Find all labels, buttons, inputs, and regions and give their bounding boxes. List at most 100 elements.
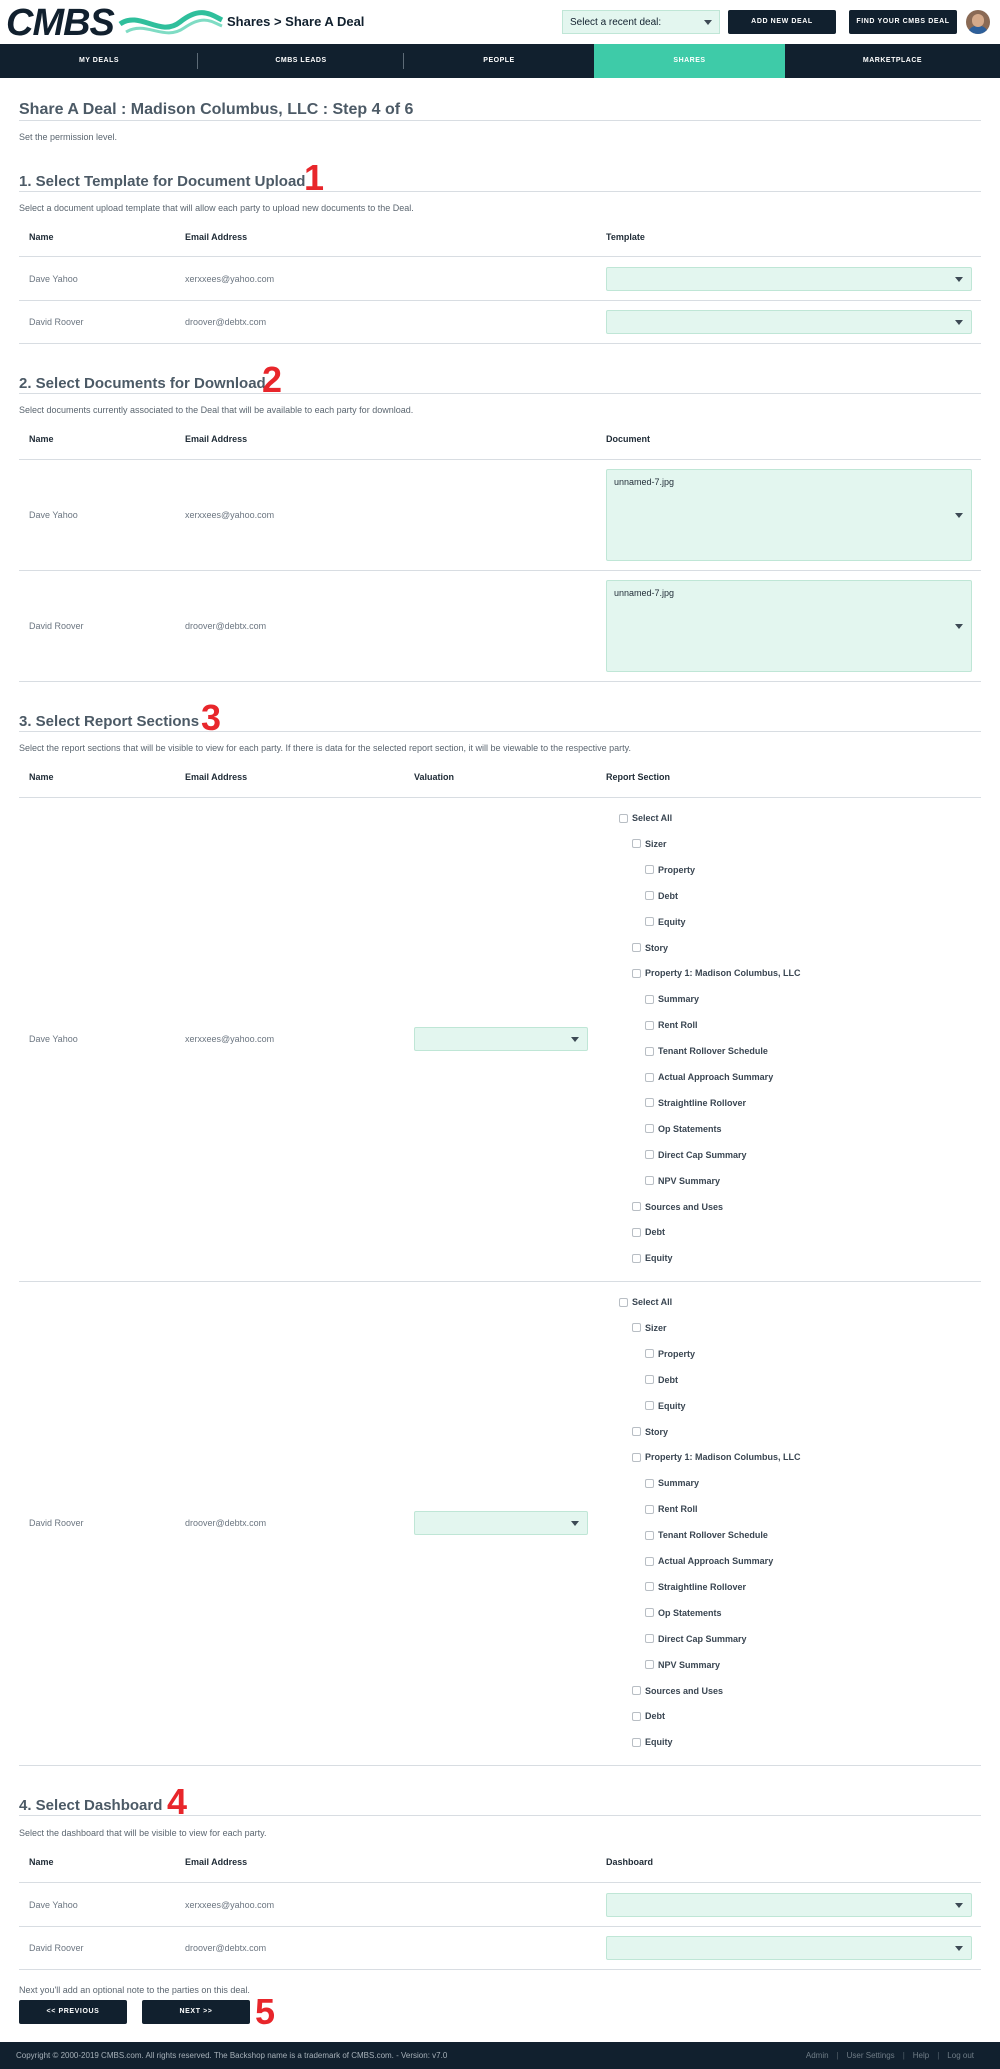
checkbox-icon[interactable] [632,968,641,978]
nav-shares[interactable]: SHARES [594,44,785,78]
checkbox-icon[interactable] [632,1686,641,1695]
top-header: CMBS Shares > Share A Deal Select a rece… [0,0,1000,44]
cmbs-logo[interactable]: CMBS [6,2,224,44]
report-section-option[interactable]: Summary [645,1478,699,1488]
report-section-option[interactable]: Select All [619,1297,672,1307]
dashboard-select[interactable] [606,1893,972,1917]
checkbox-icon[interactable] [632,1323,641,1333]
report-section-option[interactable]: Property 1: Madison Columbus, LLC [632,968,801,978]
valuation-select[interactable] [414,1027,588,1051]
nav-my-deals[interactable]: MY DEALS [0,44,198,78]
add-new-deal-button[interactable]: ADD NEW DEAL [728,10,836,34]
report-section-option[interactable]: Actual Approach Summary [645,1556,773,1566]
checkbox-icon[interactable] [645,1046,654,1056]
checkbox-icon[interactable] [645,994,654,1004]
checkbox-icon[interactable] [632,1202,641,1211]
report-section-option[interactable]: Op Statements [645,1608,722,1618]
checkbox-icon[interactable] [632,1711,641,1721]
report-section-option[interactable]: NPV Summary [645,1176,720,1186]
next-button[interactable]: NEXT >> [142,2000,250,2024]
report-section-option[interactable]: Debt [645,891,678,901]
report-section-option[interactable]: Property 1: Madison Columbus, LLC [632,1452,801,1462]
find-deal-button[interactable]: FIND YOUR CMBS DEAL [849,10,957,34]
checkbox-icon[interactable] [632,1737,641,1747]
report-section-option[interactable]: Sources and Uses [632,1686,723,1696]
report-section-option[interactable]: Equity [632,1253,673,1263]
report-section-option[interactable]: Equity [632,1737,673,1747]
report-section-option[interactable]: Rent Roll [645,1504,698,1514]
nav-people[interactable]: PEOPLE [404,44,594,78]
document-option[interactable]: unnamed-7.jpg [614,477,674,487]
document-option[interactable]: unnamed-7.jpg [614,588,674,598]
checkbox-icon[interactable] [645,1634,654,1644]
report-section-option[interactable]: Equity [645,1401,686,1411]
footer-link-help[interactable]: Help [913,2051,929,2060]
nav-cmbs-leads[interactable]: CMBS LEADS [198,44,404,78]
report-section-option[interactable]: NPV Summary [645,1660,720,1670]
checkbox-icon[interactable] [645,1582,654,1592]
report-section-option[interactable]: Actual Approach Summary [645,1072,773,1082]
checkbox-icon[interactable] [645,917,654,927]
report-section-option[interactable]: Debt [645,1375,678,1385]
checkbox-icon[interactable] [645,891,654,901]
checkbox-icon[interactable] [645,1556,654,1566]
col-valuation: Valuation [414,772,455,782]
checkbox-icon[interactable] [645,1020,654,1030]
checkbox-icon[interactable] [632,839,641,849]
report-section-option[interactable]: Select All [619,813,672,823]
report-section-option[interactable]: Straightline Rollover [645,1582,746,1592]
report-section-option[interactable]: Rent Roll [645,1020,698,1030]
recent-deal-select[interactable]: Select a recent deal: [562,10,720,34]
report-section-option[interactable]: Tenant Rollover Schedule [645,1046,768,1056]
footer-link-log-out[interactable]: Log out [947,2051,974,2060]
checkbox-icon[interactable] [632,1452,641,1462]
report-section-option[interactable]: Equity [645,917,686,927]
document-multiselect[interactable]: unnamed-7.jpg [606,580,972,672]
checkbox-icon[interactable] [645,1608,654,1618]
checkbox-icon[interactable] [645,1072,654,1082]
checkbox-icon[interactable] [632,943,641,952]
checkbox-icon[interactable] [645,1504,654,1514]
checkbox-icon[interactable] [645,865,654,875]
checkbox-icon[interactable] [645,1349,654,1359]
footer-link-admin[interactable]: Admin [806,2051,829,2060]
checkbox-icon[interactable] [619,813,628,823]
report-section-option[interactable]: Story [632,943,668,953]
report-section-option[interactable]: Debt [632,1711,665,1721]
report-section-option[interactable]: Sizer [632,839,667,849]
checkbox-icon[interactable] [645,1150,654,1160]
report-section-option[interactable]: Debt [632,1227,665,1237]
checkbox-icon[interactable] [645,1530,654,1540]
checkbox-icon[interactable] [645,1176,654,1186]
checkbox-icon[interactable] [645,1124,654,1134]
checkbox-icon[interactable] [645,1401,654,1411]
checkbox-icon[interactable] [632,1227,641,1237]
report-section-option[interactable]: Sizer [632,1323,667,1333]
report-section-option[interactable]: Straightline Rollover [645,1098,746,1108]
report-section-option[interactable]: Sources and Uses [632,1202,723,1212]
report-section-option[interactable]: Story [632,1427,668,1437]
checkbox-icon[interactable] [632,1253,641,1263]
previous-button[interactable]: << PREVIOUS [19,2000,127,2024]
checkbox-icon[interactable] [645,1478,654,1488]
report-section-option[interactable]: Summary [645,994,699,1004]
report-section-option[interactable]: Direct Cap Summary [645,1150,747,1160]
document-multiselect[interactable]: unnamed-7.jpg [606,469,972,561]
report-section-option[interactable]: Op Statements [645,1124,722,1134]
report-section-option[interactable]: Property [645,865,695,875]
nav-marketplace[interactable]: MARKETPLACE [785,44,1000,78]
report-section-option[interactable]: Direct Cap Summary [645,1634,747,1644]
checkbox-icon[interactable] [645,1660,654,1670]
avatar[interactable] [966,10,990,34]
checkbox-icon[interactable] [645,1375,654,1385]
template-select[interactable] [606,310,972,334]
report-section-option[interactable]: Tenant Rollover Schedule [645,1530,768,1540]
footer-link-user-settings[interactable]: User Settings [847,2051,895,2060]
dashboard-select[interactable] [606,1936,972,1960]
template-select[interactable] [606,267,972,291]
checkbox-icon[interactable] [645,1098,654,1108]
checkbox-icon[interactable] [632,1427,641,1436]
checkbox-icon[interactable] [619,1297,628,1307]
valuation-select[interactable] [414,1511,588,1535]
report-section-option[interactable]: Property [645,1349,695,1359]
